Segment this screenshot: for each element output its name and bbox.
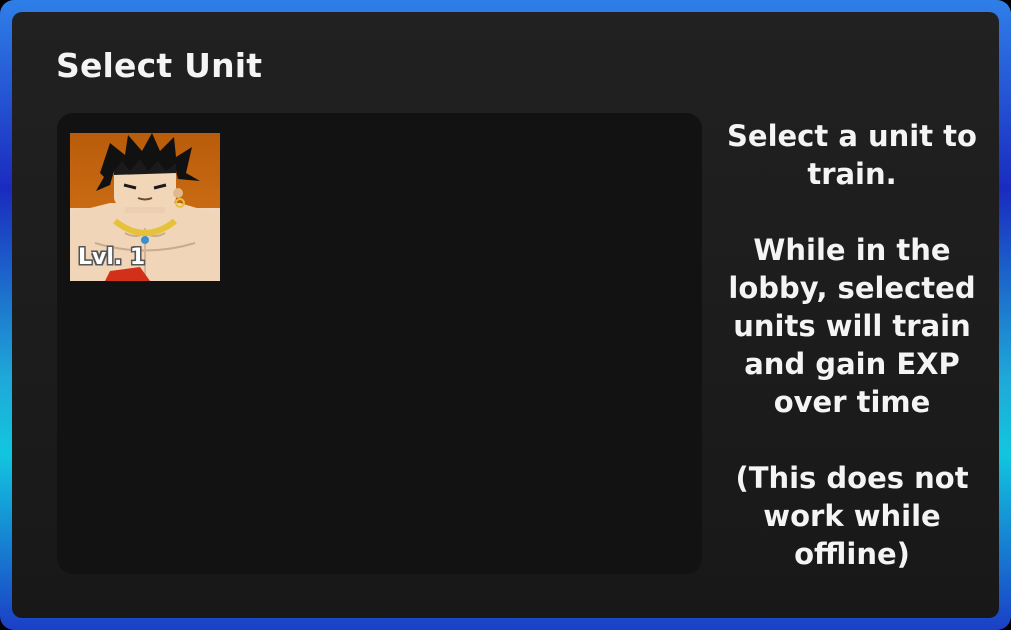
info-text: Select a unit to train. While in the lob… bbox=[718, 117, 986, 573]
info-line-select: Select a unit to train. bbox=[727, 119, 977, 191]
page-title: Select Unit bbox=[56, 46, 263, 85]
info-line-offline-note: (This does not work while offline) bbox=[735, 461, 969, 571]
info-line-training: While in the lobby, selected units will … bbox=[728, 233, 976, 419]
unit-card[interactable]: Lvl. 1 bbox=[70, 133, 220, 281]
unit-level-label: Lvl. 1 bbox=[78, 245, 146, 270]
